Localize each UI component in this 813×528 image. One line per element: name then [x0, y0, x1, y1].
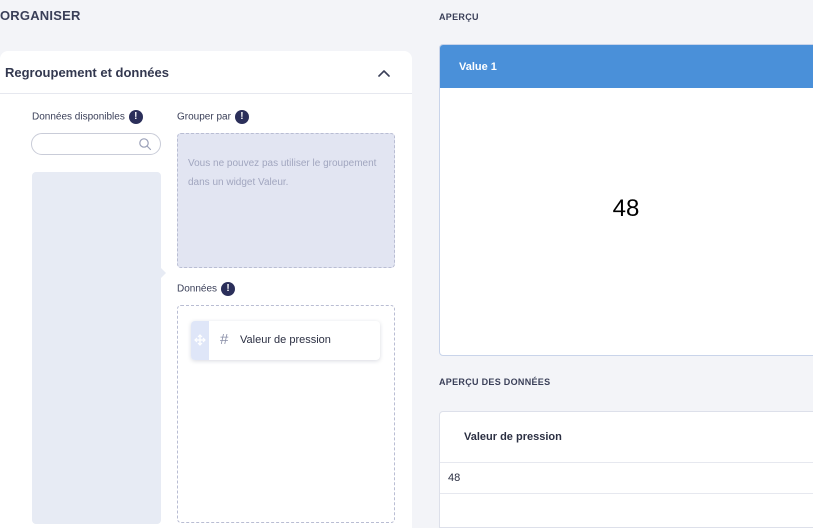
organiser-title: ORGANISER: [0, 8, 81, 23]
available-data-list[interactable]: [32, 172, 161, 524]
value-widget-preview: Value 1 48: [439, 44, 813, 356]
chevron-up-icon[interactable]: [376, 65, 392, 81]
info-icon[interactable]: !: [128, 110, 143, 124]
search-input[interactable]: [31, 133, 161, 155]
drag-handle[interactable]: [191, 321, 209, 360]
info-icon[interactable]: !: [234, 110, 249, 124]
group-by-label-text: Grouper par: [177, 111, 231, 123]
group-by-label: Grouper par!: [177, 110, 249, 124]
available-data-label-text: Données disponibles: [32, 111, 125, 123]
move-icon: [194, 334, 206, 346]
table-cell: 48: [448, 472, 461, 484]
grouping-panel-title: Regroupement et données: [5, 65, 169, 80]
data-field-label: Valeur de pression: [240, 334, 331, 346]
info-icon[interactable]: !: [221, 282, 236, 296]
table-header: Valeur de pression: [440, 412, 813, 463]
data-label-text: Données: [177, 283, 218, 295]
data-preview-table: Valeur de pression 48: [439, 411, 813, 528]
data-preview-title: APERÇU DES DONNÉES: [439, 377, 551, 387]
data-field-chip[interactable]: # Valeur de pression: [191, 321, 380, 360]
preview-title: APERÇU: [439, 12, 479, 22]
widget-value: 48: [612, 195, 640, 222]
grouping-panel-header[interactable]: Regroupement et données: [0, 51, 412, 94]
list-connector: [159, 266, 166, 280]
group-by-dropzone: Vous ne pouvez pas utiliser le groupemen…: [177, 133, 395, 268]
widget-title: Value 1: [459, 61, 497, 73]
table-row: 48: [440, 463, 813, 494]
data-label: Données!: [177, 282, 236, 296]
group-by-message: Vous ne pouvez pas utiliser le groupemen…: [188, 158, 377, 188]
available-data-label: Données disponibles!: [32, 110, 143, 124]
search-icon: [139, 138, 152, 151]
number-type-icon: #: [220, 331, 229, 348]
column-header: Valeur de pression: [464, 431, 562, 443]
widget-header: Value 1: [440, 45, 813, 88]
